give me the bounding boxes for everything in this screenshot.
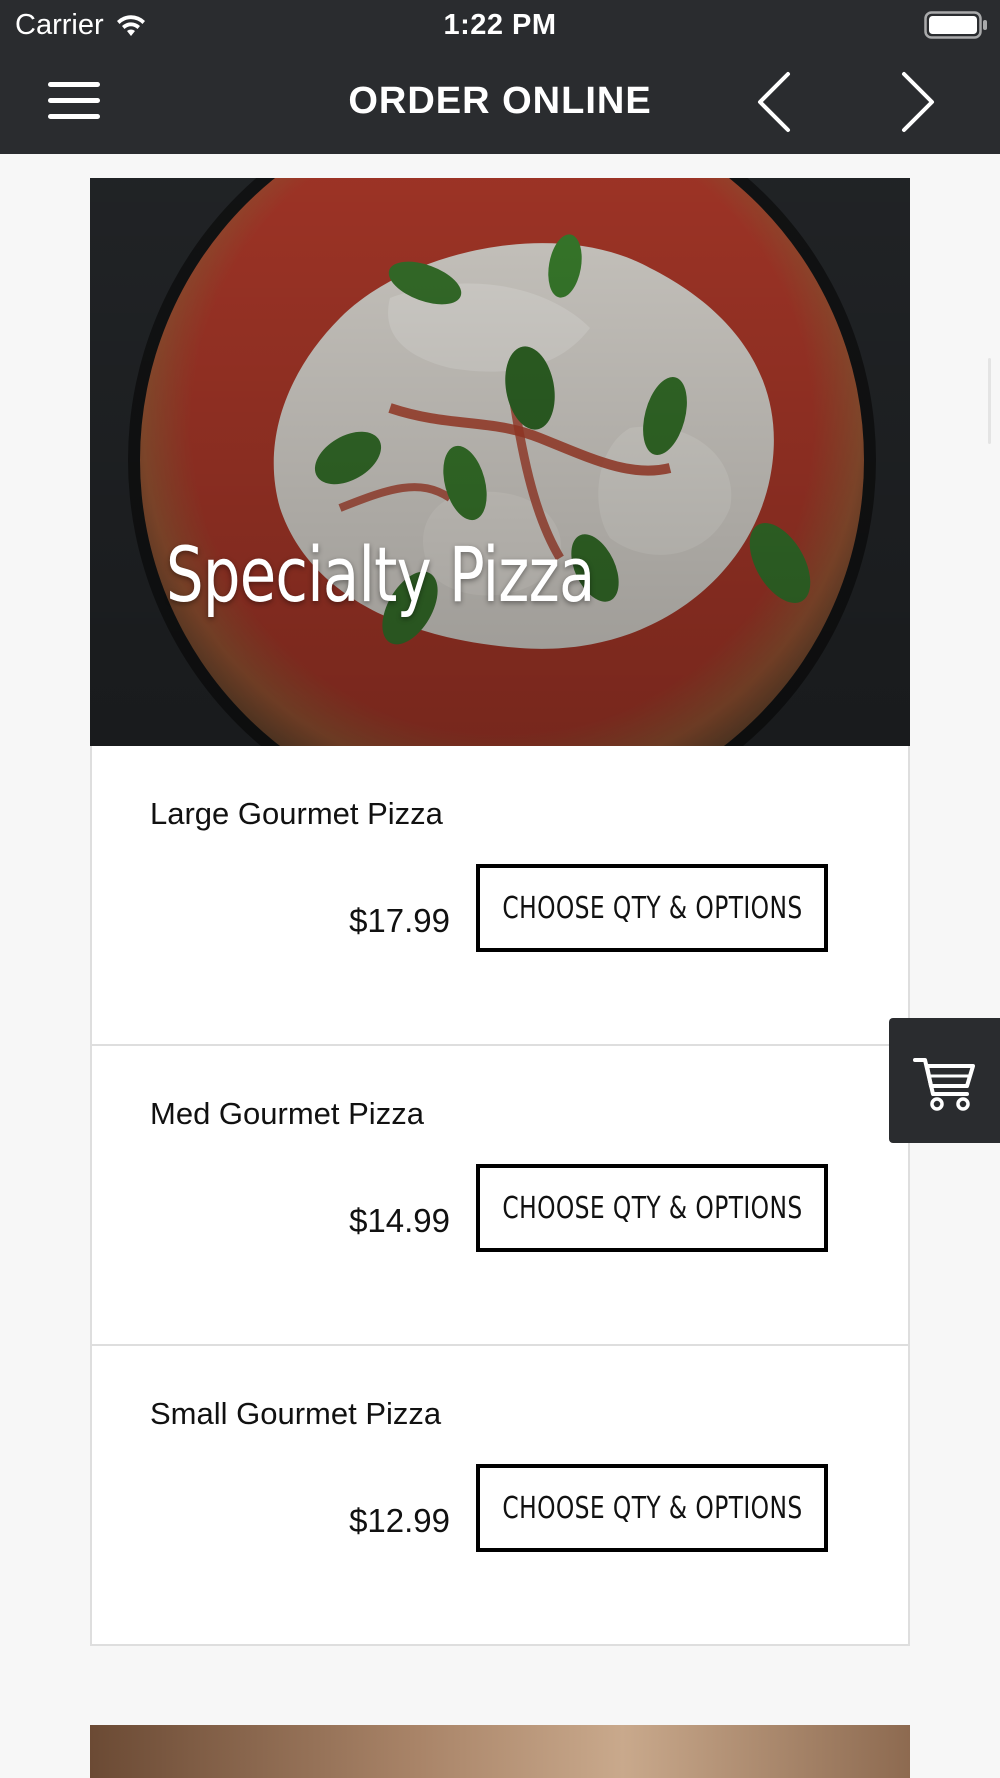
status-time: 1:22 PM: [443, 9, 557, 41]
button-label: CHOOSE QTY & OPTIONS: [501, 890, 803, 926]
button-label: CHOOSE QTY & OPTIONS: [501, 1490, 803, 1526]
item-name: Large Gourmet Pizza: [150, 796, 443, 831]
menu-item: Large Gourmet Pizza $17.99 CHOOSE QTY & …: [92, 746, 908, 1046]
item-price: $14.99: [349, 1202, 450, 1239]
scroll-indicator: [988, 358, 991, 444]
menu-item: Small Gourmet Pizza $12.99 CHOOSE QTY & …: [92, 1346, 908, 1644]
menu-icon[interactable]: [48, 80, 102, 124]
category-hero-image: Specialty Pizza: [90, 178, 910, 746]
choose-qty-options-button[interactable]: CHOOSE QTY & OPTIONS: [476, 864, 828, 952]
next-category-hero-image: [90, 1725, 910, 1778]
page-title: ORDER ONLINE: [348, 80, 652, 122]
choose-qty-options-button[interactable]: CHOOSE QTY & OPTIONS: [476, 1164, 828, 1252]
item-name: Small Gourmet Pizza: [150, 1396, 442, 1431]
status-bar: Carrier 1:22 PM: [0, 0, 1000, 50]
cart-icon: [913, 1058, 975, 1111]
item-price: $17.99: [349, 902, 450, 939]
pizza-image: [90, 178, 910, 746]
category-title: Specialty Pizza: [166, 530, 595, 619]
item-name: Med Gourmet Pizza: [150, 1096, 424, 1131]
chevron-left-icon[interactable]: [748, 68, 808, 136]
chevron-right-icon[interactable]: [888, 68, 948, 136]
category-card: Specialty Pizza Large Gourmet Pizza $17.…: [90, 178, 910, 1646]
cart-button[interactable]: [889, 1018, 1000, 1143]
nav-bar: ORDER ONLINE: [0, 50, 1000, 154]
battery-icon: [924, 11, 987, 39]
button-label: CHOOSE QTY & OPTIONS: [501, 1190, 803, 1226]
item-price: $12.99: [349, 1502, 450, 1539]
choose-qty-options-button[interactable]: CHOOSE QTY & OPTIONS: [476, 1464, 828, 1552]
menu-item: Med Gourmet Pizza $14.99 CHOOSE QTY & OP…: [92, 1046, 908, 1346]
menu-items-list: Large Gourmet Pizza $17.99 CHOOSE QTY & …: [90, 746, 910, 1646]
